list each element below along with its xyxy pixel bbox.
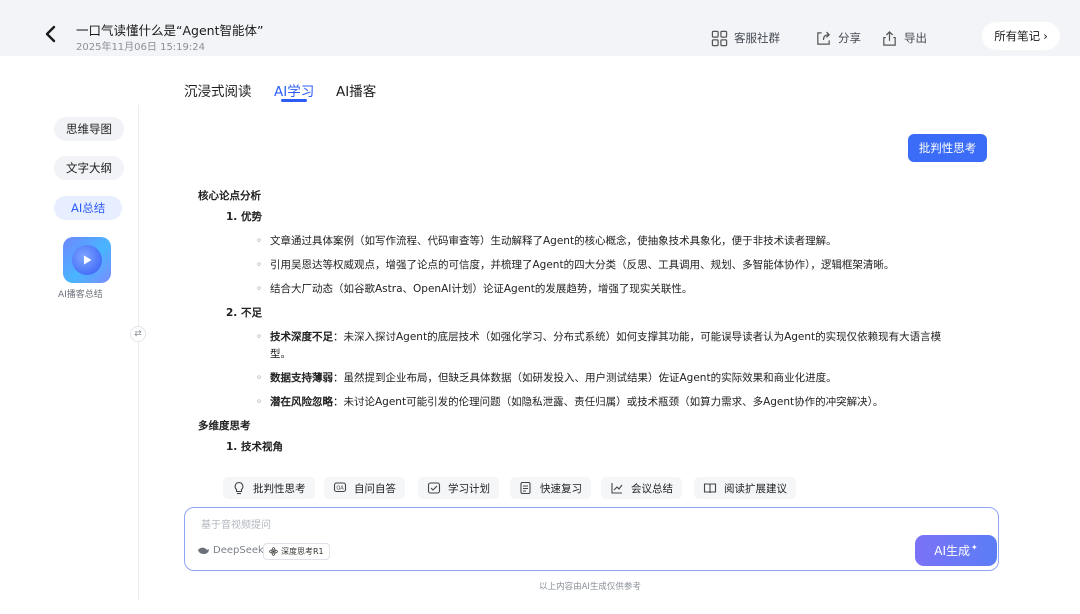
list-item: 结合大厂动态（如谷歌Astra、OpenAI计划）论证Agent的发展趋势，增强… bbox=[256, 281, 956, 298]
export-label: 导出 bbox=[904, 31, 927, 45]
export-button[interactable]: 导出 bbox=[881, 28, 927, 48]
sparkle-icon: ✦ bbox=[971, 543, 978, 552]
tool-self-qa[interactable]: QA 自问自答 bbox=[324, 477, 405, 499]
all-notes-button[interactable]: 所有笔记 › bbox=[982, 22, 1060, 50]
deep-thinking-label: 深度思考R1 bbox=[281, 547, 324, 556]
subsection-heading: 1. 优势 bbox=[226, 211, 262, 223]
atom-icon bbox=[269, 547, 278, 556]
deepseek-logo-icon bbox=[198, 547, 209, 554]
active-tab-indicator bbox=[281, 99, 307, 102]
list-item: 数据支持薄弱：虽然提到企业布局，但缺乏具体数据（如研发投入、用户测试结果）佐证A… bbox=[256, 370, 956, 387]
ai-disclaimer: 以上内容由AI生成仅供参考 bbox=[539, 582, 641, 592]
deep-thinking-toggle[interactable]: 深度思考R1 bbox=[263, 543, 330, 560]
sidebar-item-mind-map[interactable]: 思维导图 bbox=[54, 117, 124, 141]
line-chart-icon bbox=[611, 483, 623, 494]
tool-label: 阅读扩展建议 bbox=[724, 482, 787, 495]
service-group-label: 客服社群 bbox=[734, 31, 780, 45]
sidebar-item-outline[interactable]: 文字大纲 bbox=[54, 156, 124, 180]
tool-critical-thinking[interactable]: 批判性思考 bbox=[223, 477, 315, 499]
book-icon bbox=[703, 483, 717, 494]
share-label: 分享 bbox=[838, 31, 861, 45]
all-notes-label: 所有笔记 bbox=[994, 29, 1041, 43]
play-icon bbox=[72, 245, 102, 275]
ai-summary-content: 核心论点分析 1. 优势 文章通过具体案例（如写作流程、代码审查等）生动解释了A… bbox=[198, 188, 978, 464]
service-group-button[interactable]: 客服社群 bbox=[711, 28, 780, 48]
advantages-list: 文章通过具体案例（如写作流程、代码审查等）生动解释了Agent的核心概念，使抽象… bbox=[256, 233, 978, 298]
chat-icon: QA bbox=[333, 482, 347, 493]
question-input-box: DeepSeek 深度思考R1 AI生成 ✦ bbox=[184, 507, 999, 571]
tool-label: 会议总结 bbox=[631, 482, 673, 495]
subsection-heading: 2. 不足 bbox=[226, 307, 262, 319]
subsection-heading: 1. 技术视角 bbox=[226, 441, 283, 453]
podcast-summary-label: AI播客总结 bbox=[58, 290, 103, 300]
tool-label: 快速复习 bbox=[540, 482, 582, 495]
weaknesses-list: 技术深度不足：未深入探讨Agent的底层技术（如强化学习、分布式系统）如何支撑其… bbox=[256, 329, 978, 411]
item-text: ：虽然提到企业布局，但缺乏具体数据（如研发投入、用户测试结果）佐证Agent的实… bbox=[333, 372, 837, 384]
sidebar-item-label: 思维导图 bbox=[66, 122, 112, 136]
grid-icon bbox=[711, 30, 728, 46]
export-icon bbox=[883, 30, 896, 46]
tool-study-plan[interactable]: 学习计划 bbox=[418, 477, 499, 499]
section-heading: 多维度思考 bbox=[198, 420, 251, 432]
tool-reading-extension[interactable]: 阅读扩展建议 bbox=[694, 477, 796, 499]
question-input[interactable] bbox=[201, 516, 801, 534]
item-label: 数据支持薄弱 bbox=[270, 372, 333, 384]
ai-generate-button[interactable]: AI生成 ✦ bbox=[915, 535, 997, 566]
item-label: 技术深度不足 bbox=[270, 331, 333, 343]
item-label: 潜在风险忽略 bbox=[270, 396, 333, 408]
section-heading: 核心论点分析 bbox=[198, 190, 261, 202]
tab-immersive-reading[interactable]: 沉浸式阅读 bbox=[184, 80, 252, 100]
critical-thinking-button[interactable]: 批判性思考 bbox=[908, 134, 987, 162]
list-item: 潜在风险忽略：未讨论Agent可能引发的伦理问题（如隐私泄露、责任归属）或技术瓶… bbox=[256, 394, 956, 411]
top-bar: 一口气读懂什么是“Agent智能体” 2025年11月06日 15:19:24 … bbox=[0, 0, 1080, 56]
tool-label: 学习计划 bbox=[448, 482, 490, 495]
podcast-thumbnail[interactable] bbox=[63, 237, 111, 283]
tab-ai-learning[interactable]: AI学习 bbox=[274, 80, 314, 100]
share-button[interactable]: 分享 bbox=[815, 28, 861, 48]
document-icon bbox=[520, 481, 531, 495]
model-label: DeepSeek bbox=[213, 545, 264, 556]
tab-ai-podcast[interactable]: AI播客 bbox=[336, 80, 376, 100]
generate-label: AI生成 bbox=[934, 544, 971, 558]
item-text: ：未讨论Agent可能引发的伦理问题（如隐私泄露、责任归属）或技术瓶颈（如算力需… bbox=[333, 396, 884, 408]
sidebar-divider bbox=[138, 105, 139, 600]
share-icon bbox=[817, 31, 831, 45]
list-item: 引用吴恩达等权威观点，增强了论点的可信度，并梳理了Agent的四大分类（反思、工… bbox=[256, 257, 956, 274]
tool-label: 批判性思考 bbox=[253, 482, 306, 495]
document-title: 一口气读懂什么是“Agent智能体” bbox=[76, 23, 264, 38]
tool-label: 自问自答 bbox=[354, 482, 396, 495]
item-text: ：未深入探讨Agent的底层技术（如强化学习、分布式系统）如何支撑其功能，可能误… bbox=[270, 331, 942, 360]
tool-meeting-summary[interactable]: 会议总结 bbox=[601, 477, 682, 499]
document-date: 2025年11月06日 15:19:24 bbox=[76, 42, 205, 53]
chevron-right-icon: › bbox=[1043, 29, 1048, 43]
list-item: 技术深度不足：未深入探讨Agent的底层技术（如强化学习、分布式系统）如何支撑其… bbox=[256, 329, 956, 363]
list-item: 文章通过具体案例（如写作流程、代码审查等）生动解释了Agent的核心概念，使抽象… bbox=[256, 233, 956, 250]
tool-quick-review[interactable]: 快速复习 bbox=[510, 477, 591, 499]
swap-icon[interactable]: ⇄ bbox=[130, 326, 146, 342]
model-selector[interactable]: DeepSeek bbox=[197, 545, 264, 556]
plan-icon bbox=[427, 482, 441, 494]
sidebar-item-label: AI总结 bbox=[71, 201, 106, 215]
sidebar-item-label: 文字大纲 bbox=[66, 161, 112, 175]
svg-text:QA: QA bbox=[336, 486, 344, 492]
back-arrow-icon[interactable] bbox=[44, 24, 58, 44]
sidebar-item-ai-summary[interactable]: AI总结 bbox=[54, 196, 123, 220]
bulb-icon bbox=[234, 481, 244, 495]
